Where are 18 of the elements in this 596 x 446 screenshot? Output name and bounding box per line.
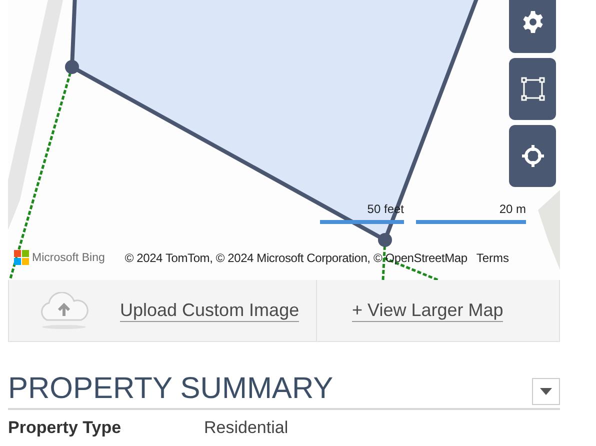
upload-image-link[interactable]: Upload Custom Image (120, 299, 300, 322)
view-larger-map-link[interactable]: + View Larger Map (352, 299, 504, 322)
section-title: PROPERTY SUMMARY (8, 372, 334, 406)
windows-logo-icon (14, 250, 29, 265)
scale-label: 20 m (499, 202, 526, 216)
collapse-button[interactable] (532, 378, 560, 405)
caret-icon (540, 388, 552, 395)
field-value: Residential (204, 418, 288, 438)
select-area-button[interactable] (509, 58, 556, 120)
settings-button[interactable] (509, 0, 556, 53)
selection-square-icon (520, 76, 546, 102)
map-attribution: © 2024 TomTom, © 2024 Microsoft Corporation, © OpenStreetMap (124, 250, 468, 264)
field-label: Property Type (8, 418, 122, 438)
map-logo: Microsoft Bing (32, 252, 105, 264)
settings-icon (520, 10, 544, 34)
crosshair-icon (520, 144, 544, 168)
locate-button[interactable] (509, 125, 556, 187)
terms-link[interactable]: Terms (476, 250, 510, 264)
